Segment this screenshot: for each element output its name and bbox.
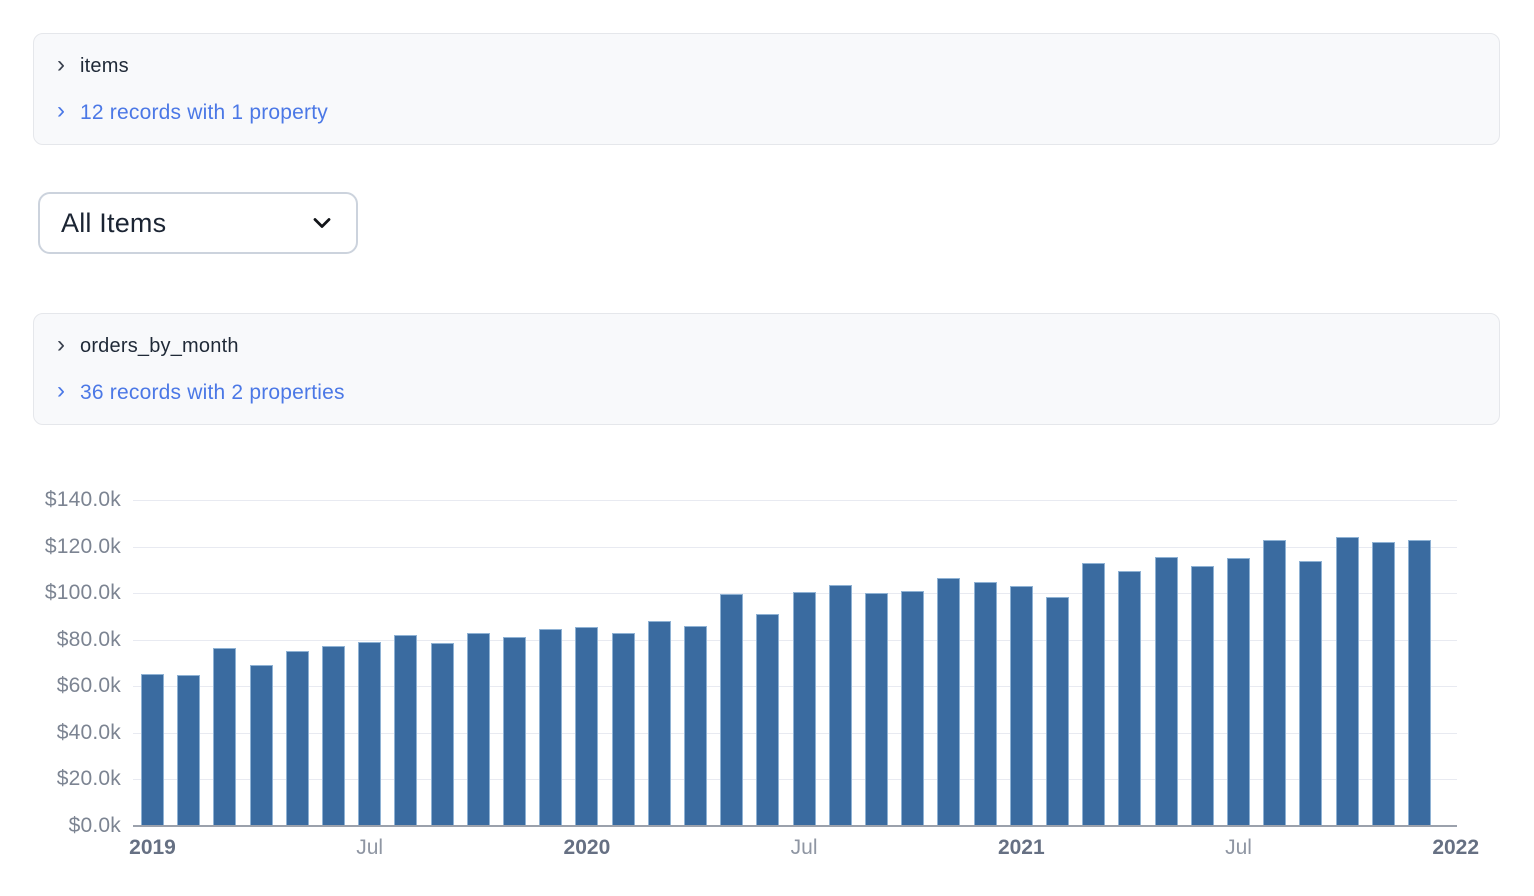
x-axis-tick-label: Jul xyxy=(1225,836,1252,859)
bar-2020-11 xyxy=(937,578,961,826)
bar-2019-08 xyxy=(394,635,418,826)
query-panel-items: › items › 12 records with 1 property xyxy=(33,33,1500,145)
page: › items › 12 records with 1 property All… xyxy=(0,0,1534,896)
y-axis-tick-label: $60.0k xyxy=(56,674,121,698)
x-axis-tick-label: Jul xyxy=(790,836,818,859)
x-axis-tick-label: 2022 xyxy=(1432,836,1480,859)
query-toggle-orders-by-month[interactable]: › orders_by_month xyxy=(57,330,239,363)
query-summary-toggle-orders-by-month[interactable]: › 36 records with 2 properties xyxy=(57,376,345,409)
chevron-right-icon: › xyxy=(57,376,65,404)
orders-by-month-bar-chart: $0.0k $20.0k $40.0k $60.0k $80.0k $100.0k $120… xyxy=(0,488,1534,878)
bar-2021-04 xyxy=(1118,571,1142,826)
bar-2019-09 xyxy=(430,643,454,826)
query-title: orders_by_month xyxy=(80,335,239,357)
bar-2021-11 xyxy=(1371,541,1395,826)
gridline xyxy=(133,500,1457,501)
y-axis-tick-label: $120.0k xyxy=(44,534,121,558)
bar-2019-07 xyxy=(358,642,382,826)
chevron-right-icon: › xyxy=(57,96,65,124)
y-axis-tick-label: $140.0k xyxy=(44,488,121,511)
y-axis-tick-label: $20.0k xyxy=(56,767,121,791)
x-axis-tick-label: 2019 xyxy=(129,836,176,859)
gridline xyxy=(133,546,1457,548)
bar-2019-03 xyxy=(213,647,237,826)
bar-2019-12 xyxy=(539,629,563,826)
x-axis-line xyxy=(133,825,1457,827)
bar-2019-02 xyxy=(177,674,201,826)
bar-2021-12 xyxy=(1408,539,1431,826)
bar-2021-02 xyxy=(1046,596,1069,826)
query-summary-link[interactable]: 36 records with 2 properties xyxy=(80,381,345,405)
chevron-right-icon: › xyxy=(57,330,65,358)
bar-2021-06 xyxy=(1190,566,1214,826)
bar-2020-05 xyxy=(720,594,744,826)
bar-2020-08 xyxy=(828,585,852,826)
item-filter-dropdown[interactable]: All Items xyxy=(38,192,358,254)
y-axis-tick-label: $80.0k xyxy=(56,627,121,651)
x-axis-tick-label: Jul xyxy=(356,836,384,859)
bar-2021-05 xyxy=(1154,557,1178,826)
bar-2021-07 xyxy=(1227,558,1250,826)
y-axis-tick-label: $40.0k xyxy=(56,720,121,744)
query-summary-link[interactable]: 12 records with 1 property xyxy=(80,101,328,125)
bar-2020-10 xyxy=(901,590,925,826)
bar-2020-12 xyxy=(973,581,997,826)
bar-2019-04 xyxy=(249,665,273,826)
bar-2021-09 xyxy=(1299,560,1323,826)
bar-2021-08 xyxy=(1263,539,1287,826)
x-axis-tick-label: 2021 xyxy=(997,836,1045,859)
bar-2019-06 xyxy=(322,645,345,826)
bar-2020-04 xyxy=(684,625,707,826)
query-summary-toggle-items[interactable]: › 12 records with 1 property xyxy=(57,96,328,129)
bar-2021-03 xyxy=(1082,562,1106,826)
bar-2019-05 xyxy=(285,651,309,826)
bar-2020-03 xyxy=(647,621,671,826)
bar-2020-09 xyxy=(865,593,888,826)
y-axis-tick-label: $100.0k xyxy=(44,581,121,605)
dropdown-selected-value: All Items xyxy=(61,207,167,238)
bar-2019-11 xyxy=(503,637,526,826)
bar-2020-01 xyxy=(575,626,599,826)
bar-2020-06 xyxy=(756,614,780,826)
chevron-down-icon xyxy=(313,218,331,228)
x-axis-tick-label: 2020 xyxy=(563,836,611,859)
bar-2020-07 xyxy=(792,592,816,826)
bar-2019-01 xyxy=(141,673,164,826)
query-toggle-items[interactable]: › items xyxy=(57,50,129,83)
query-panel-orders-by-month: › orders_by_month › 36 records with 2 pr… xyxy=(33,313,1500,425)
bar-2019-10 xyxy=(466,632,490,826)
y-axis-tick-label: $0.0k xyxy=(68,814,121,837)
bar-2021-10 xyxy=(1335,537,1359,826)
query-title: items xyxy=(80,55,129,77)
chevron-right-icon: › xyxy=(57,50,65,78)
bar-2020-02 xyxy=(611,632,635,826)
bar-2021-01 xyxy=(1009,586,1033,826)
